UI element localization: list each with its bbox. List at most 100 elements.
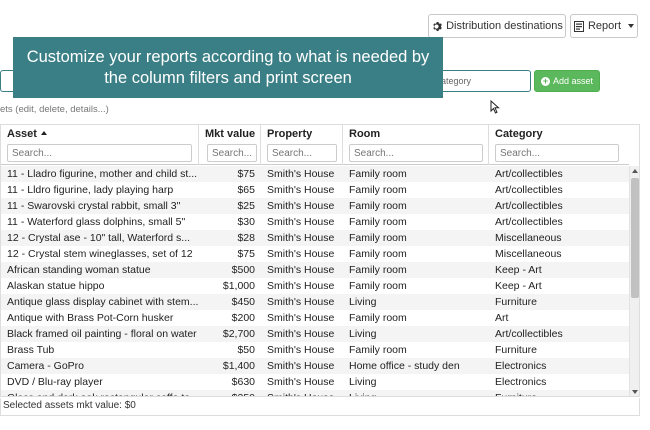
cell-mkt-value: $25 [237, 200, 255, 212]
table-row[interactable]: 11 - Lldro figurine, lady playing harp $6… [1, 182, 629, 198]
table-row[interactable]: 11 - Swarovski crystal rabbit, small 3" $… [1, 198, 629, 214]
cell-property: Smith's House [261, 390, 343, 396]
cell-category: Art/collectibles [495, 328, 563, 340]
cell-property: Smith's House [267, 376, 335, 388]
grid-header: Asset Mkt value Property Room Category [1, 125, 629, 165]
distribution-destinations-button[interactable]: Distribution destinations [428, 14, 566, 38]
table-row[interactable]: Glass and dark oak rectangular coffe ta.… [1, 390, 629, 396]
cell-property: Smith's House [267, 168, 335, 180]
tutorial-banner: Customize your reports according to what… [13, 37, 443, 98]
cell-mkt-value: $450 [231, 296, 255, 308]
cell-room: Living [349, 296, 377, 308]
chevron-down-icon [628, 24, 635, 28]
column-asset[interactable]: Asset [1, 125, 199, 165]
scroll-down-arrow-icon[interactable] [632, 390, 638, 394]
cell-room: Living [349, 376, 377, 388]
cell-mkt-value: $75 [237, 248, 255, 260]
scrollbar-thumb[interactable] [631, 178, 639, 298]
room-filter-input[interactable] [349, 144, 483, 162]
cell-category: Electronics [495, 376, 547, 388]
cell-asset: Brass Tub [7, 344, 55, 356]
table-row[interactable]: Brass Tub $50 Smith's House Family room Furn… [1, 342, 629, 358]
cell-mkt-value: $75 [237, 168, 255, 180]
cell-mkt-value: $500 [231, 264, 255, 276]
column-room[interactable]: Room [343, 125, 489, 165]
report-dropdown-button[interactable]: Report [570, 14, 638, 38]
table-row[interactable]: 11 - Lladro figurine, mother and child s… [1, 166, 629, 182]
vertical-scrollbar[interactable] [629, 166, 639, 396]
mkt-value-filter-input[interactable] [207, 144, 257, 162]
table-row[interactable]: African standing woman statue $500 Smith's… [1, 262, 629, 278]
cell-mkt-value: $1,400 [222, 360, 255, 372]
cell-category: Art/collectibles [495, 168, 563, 180]
cell-property: Smith's House [267, 280, 335, 292]
report-label: Report [587, 20, 622, 32]
cell-category: Art/collectibles [495, 200, 563, 212]
assets-grid: Asset Mkt value Property Room Category 1… [0, 124, 640, 397]
cell-asset: Antique glass display cabinet with stem.… [7, 296, 199, 308]
column-room-label: Room [349, 128, 381, 140]
cell-room: Family room [349, 280, 407, 292]
cell-room: Family room [349, 200, 407, 212]
add-asset-label: Add asset [552, 76, 594, 86]
asset-filter-input[interactable] [7, 144, 192, 162]
cell-room: Home office - study den [349, 360, 460, 372]
cell-asset: African standing woman statue [7, 264, 151, 276]
cell-room: Family room [349, 312, 407, 324]
cell-category: Keep - Art [495, 280, 542, 292]
cell-mkt-value: $30 [237, 216, 255, 228]
table-row[interactable]: 11 - Waterford glass dolphins, small 5" $… [1, 214, 629, 230]
table-row[interactable]: Antique with Brass Pot-Corn husker $200 Sm… [1, 310, 629, 326]
table-row[interactable]: 12 - Crystal ase - 10" tall, Waterford s… [1, 230, 629, 246]
scroll-up-arrow-icon[interactable] [632, 169, 638, 173]
cell-property: Smith's House [267, 248, 335, 260]
cell-mkt-value: $2,700 [222, 328, 255, 340]
cell-property: Smith's House [267, 200, 335, 212]
cell-room: Family room [349, 264, 407, 276]
cell-category: Miscellaneous [495, 248, 562, 260]
table-row[interactable]: Camera - GoPro $1,400 Smith's House Home of… [1, 358, 629, 374]
grid-body: 11 - Lladro figurine, mother and child s… [1, 166, 629, 396]
cell-property: Smith's House [267, 184, 335, 196]
category-filter-input[interactable] [495, 144, 619, 162]
cell-room: Living [343, 390, 489, 396]
cell-category: Miscellaneous [495, 232, 562, 244]
cell-property: Smith's House [267, 216, 335, 228]
column-property-label: Property [267, 128, 313, 140]
cell-category: Furniture [489, 390, 629, 396]
cell-asset: DVD / Blu-ray player [7, 376, 103, 388]
property-filter-input[interactable] [267, 144, 337, 162]
cell-asset: Antique with Brass Pot-Corn husker [7, 312, 174, 324]
gear-icon [433, 21, 442, 31]
cell-asset: 11 - Lldro figurine, lady playing harp [7, 184, 174, 196]
cell-property: Smith's House [267, 264, 335, 276]
cell-asset: Alaskan statue hippo [7, 280, 105, 292]
cell-property: Smith's House [267, 232, 335, 244]
cell-room: Family room [349, 248, 407, 260]
plus-circle-icon: + [540, 75, 550, 86]
cell-category: Art [495, 312, 509, 324]
cell-property: Smith's House [267, 328, 335, 340]
tutorial-banner-text: Customize your reports according to what… [26, 47, 430, 87]
table-row[interactable]: DVD / Blu-ray player $630 Smith's House Liv… [1, 374, 629, 390]
cell-mkt-value: $200 [231, 312, 255, 324]
column-property[interactable]: Property [261, 125, 343, 165]
cell-mkt-value: $28 [237, 232, 255, 244]
cell-room: Family room [349, 216, 407, 228]
cell-room: Family room [349, 344, 407, 356]
cell-mkt-value: $630 [231, 376, 255, 388]
report-icon [573, 20, 584, 32]
table-row[interactable]: Antique glass display cabinet with stem.… [1, 294, 629, 310]
cell-asset: Camera - GoPro [7, 360, 85, 372]
cell-asset: 11 - Lladro figurine, mother and child s… [7, 168, 198, 180]
table-row[interactable]: Alaskan statue hippo $1,000 Smith's House F… [1, 278, 629, 294]
column-mkt-value[interactable]: Mkt value [199, 125, 261, 165]
table-row[interactable]: 12 - Crystal stem wineglasses, set of 12… [1, 246, 629, 262]
cell-mkt-value: $65 [237, 184, 255, 196]
mouse-cursor-icon [490, 100, 500, 114]
distribution-destinations-label: Distribution destinations [446, 20, 563, 32]
cell-asset: 12 - Crystal stem wineglasses, set of 12 [7, 248, 193, 260]
add-asset-button[interactable]: + Add asset [534, 70, 600, 92]
column-category[interactable]: Category [489, 125, 629, 165]
table-row[interactable]: Black framed oil painting - floral on wa… [1, 326, 629, 342]
